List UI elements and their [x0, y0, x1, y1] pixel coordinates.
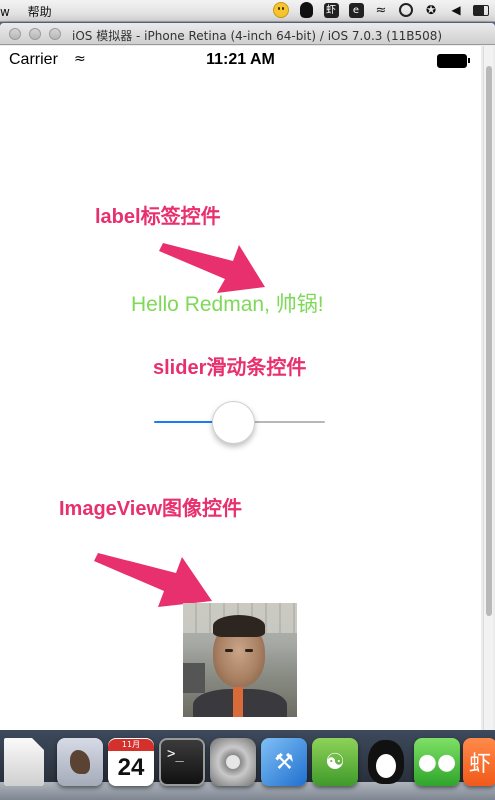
- qq-icon[interactable]: [363, 738, 409, 786]
- terminal-icon[interactable]: >_: [159, 738, 205, 786]
- qq-penguin-icon[interactable]: [298, 2, 314, 18]
- mac-menu-bar: w 帮助 虾 e ≈ ✪ ◀: [0, 0, 495, 22]
- annotation-label: label标签控件: [95, 206, 221, 228]
- menu-item-help[interactable]: 帮助: [28, 5, 52, 19]
- wifi-icon[interactable]: ≈: [373, 2, 389, 18]
- scrollbar-knob[interactable]: [486, 66, 492, 616]
- menu-items: w 帮助: [0, 3, 66, 20]
- terminal-prompt: >_: [167, 746, 184, 762]
- wechat-icon[interactable]: ●●: [414, 738, 460, 786]
- menu-extras: 虾 e ≈ ✪ ◀: [273, 2, 489, 18]
- shrimp-box-icon[interactable]: 虾: [323, 2, 339, 18]
- hello-label: Hello Redman, 帅锅!: [131, 293, 324, 316]
- minimize-button[interactable]: [29, 28, 41, 40]
- evernote-icon[interactable]: ☯: [312, 738, 358, 786]
- ios-status-bar: Carrier ≈ 11:21 AM: [0, 46, 481, 76]
- zoom-button[interactable]: [49, 28, 61, 40]
- bluetooth-icon[interactable]: ✪: [423, 2, 439, 18]
- value-slider[interactable]: [154, 400, 325, 444]
- mac-dock: 11月 24 >_ ⚒ ☯ ●● 虾: [0, 730, 495, 800]
- time-machine-icon[interactable]: [398, 2, 414, 18]
- evernote-icon[interactable]: e: [348, 2, 364, 18]
- simulator-window: iOS 模拟器 - iPhone Retina (4-inch 64-bit) …: [0, 23, 495, 730]
- slider-thumb[interactable]: [211, 401, 255, 444]
- annotation-imageview: ImageView图像控件: [59, 498, 243, 520]
- xiami-label: 虾: [468, 752, 491, 777]
- calendar-month: 11月: [108, 739, 154, 751]
- annotation-slider: slider滑动条控件: [153, 357, 307, 379]
- system-preferences-icon[interactable]: [210, 738, 256, 786]
- battery-icon[interactable]: [473, 2, 489, 18]
- battery-full-icon: [437, 54, 470, 68]
- window-controls: [9, 28, 61, 40]
- window-title: iOS 模拟器 - iPhone Retina (4-inch 64-bit) …: [72, 29, 443, 43]
- calendar-day: 24: [117, 754, 145, 781]
- close-button[interactable]: [9, 28, 21, 40]
- window-scrollbar[interactable]: [483, 46, 493, 730]
- document-icon[interactable]: [4, 738, 44, 786]
- window-titlebar[interactable]: iOS 模拟器 - iPhone Retina (4-inch 64-bit) …: [0, 23, 495, 45]
- portrait-image: [183, 603, 297, 717]
- mail-icon[interactable]: [57, 738, 103, 786]
- xcode-icon[interactable]: ⚒: [261, 738, 307, 786]
- calendar-icon[interactable]: 11月 24: [108, 738, 154, 786]
- status-time: 11:21 AM: [206, 51, 275, 68]
- iphone-screen: Carrier ≈ 11:21 AM label标签控件 Hello Redma…: [0, 46, 481, 730]
- volume-icon[interactable]: ◀: [448, 2, 464, 18]
- xiami-icon[interactable]: 虾: [463, 738, 495, 786]
- menu-item-window[interactable]: w: [0, 5, 10, 19]
- emoji-face-icon[interactable]: [273, 2, 289, 18]
